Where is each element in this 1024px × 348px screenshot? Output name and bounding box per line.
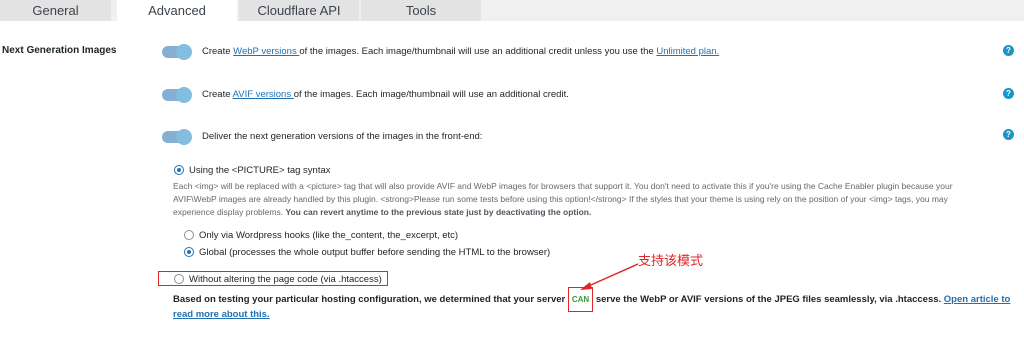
tab-general[interactable]: General <box>0 0 111 21</box>
toggle-knob <box>176 44 192 60</box>
tab-advanced[interactable]: Advanced <box>117 0 237 21</box>
section-label: Next Generation Images <box>2 45 117 56</box>
picture-tag-label: Using the <PICTURE> tag syntax <box>189 165 331 176</box>
htaccess-test-result: Based on testing your particular hosting… <box>173 286 1013 322</box>
wordpress-hooks-radio[interactable] <box>184 230 194 240</box>
avif-versions-link[interactable]: AVIF versions <box>233 89 294 100</box>
toggle-knob <box>176 87 192 103</box>
webp-option-text: Create WebP versions of the images. Each… <box>202 46 720 57</box>
settings-tabs: General Advanced Cloudflare API Tools <box>0 0 1024 21</box>
tab-cloudflare-api[interactable]: Cloudflare API <box>239 0 359 21</box>
global-buffer-radio[interactable] <box>184 247 194 257</box>
webp-toggle[interactable] <box>162 44 192 60</box>
webp-versions-link[interactable]: WebP versions <box>233 46 299 57</box>
help-icon[interactable]: ? <box>1003 88 1014 99</box>
tab-tools[interactable]: Tools <box>361 0 481 21</box>
help-icon[interactable]: ? <box>1003 129 1014 140</box>
deliver-toggle[interactable] <box>162 129 192 145</box>
picture-tag-radio[interactable] <box>174 165 184 175</box>
htaccess-radio[interactable] <box>174 274 184 284</box>
global-buffer-label: Global (processes the whole output buffe… <box>199 247 551 258</box>
toggle-knob <box>176 129 192 145</box>
htaccess-label: Without altering the page code (via .hta… <box>189 274 382 285</box>
avif-toggle[interactable] <box>162 87 192 103</box>
unlimited-plan-link[interactable]: Unlimited plan. <box>656 46 719 57</box>
help-icon[interactable]: ? <box>1003 45 1014 56</box>
wordpress-hooks-label: Only via Wordpress hooks (like the_conte… <box>199 230 459 241</box>
avif-option-text: Create AVIF versions of the images. Each… <box>202 89 569 100</box>
annotation-arrow-icon <box>580 263 639 290</box>
deliver-option-text: Deliver the next generation versions of … <box>202 131 483 142</box>
picture-tag-description: Each <img> will be replaced with a <pict… <box>173 181 953 217</box>
annotation-text: 支持该模式 <box>638 253 704 268</box>
